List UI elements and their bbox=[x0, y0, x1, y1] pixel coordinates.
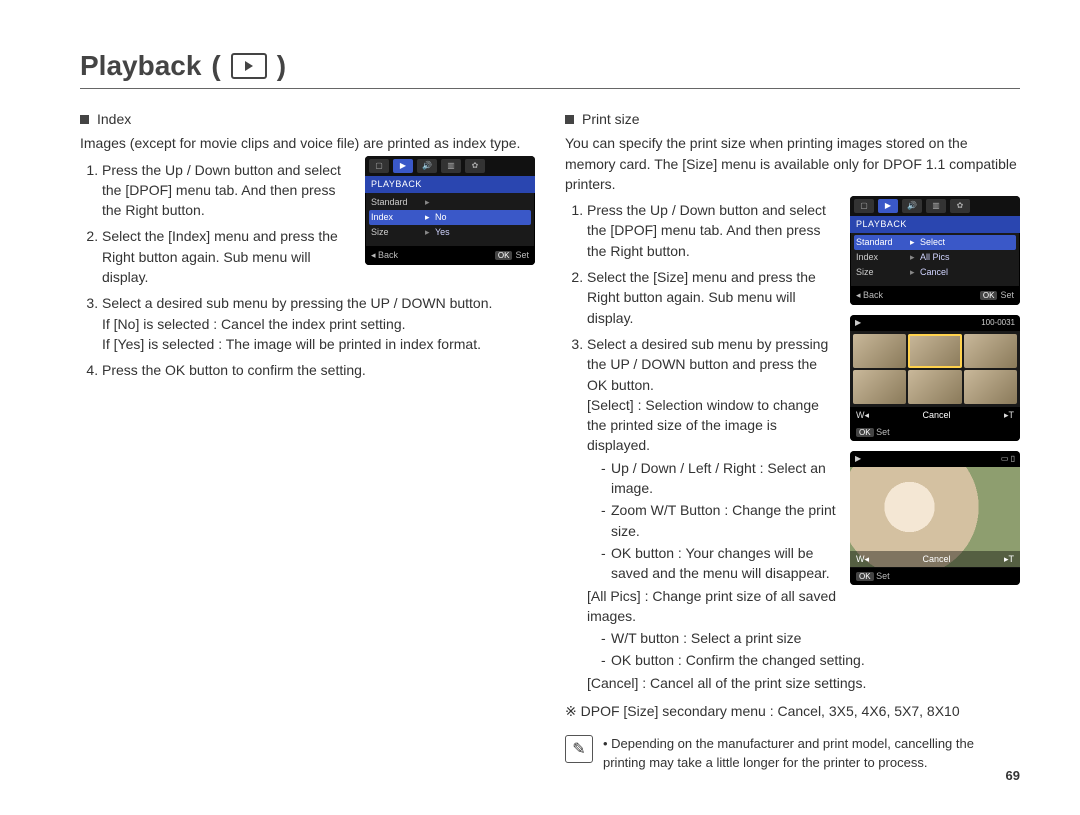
printsize-intro: You can specify the print size when prin… bbox=[565, 133, 1020, 194]
tab-gear-icon: ✿ bbox=[950, 199, 970, 213]
heading-text: Print size bbox=[582, 109, 640, 129]
lcd-row: Standard▸ bbox=[369, 195, 531, 210]
title-paren-open: ( bbox=[211, 50, 220, 82]
lcd-rows: Standard▸ Index▸No Size▸Yes bbox=[365, 193, 535, 246]
lcd-row: Index▸All Pics bbox=[854, 250, 1016, 265]
index-intro: Images (except for movie clips and voice… bbox=[80, 133, 535, 153]
right-column: Print size You can specify the print siz… bbox=[565, 107, 1020, 773]
lcd-footer: ◂ Back OKSet bbox=[850, 286, 1020, 305]
thumb-top: ▶100-0031 bbox=[850, 315, 1020, 331]
thumb-cell bbox=[853, 334, 906, 368]
lcd-set: OKSet bbox=[980, 289, 1014, 302]
thumb-grid bbox=[850, 331, 1020, 407]
opt-allpics: [All Pics] : Change print size of all sa… bbox=[587, 588, 836, 624]
secondary-menu-line: ※ DPOF [Size] secondary menu : Cancel, 3… bbox=[565, 701, 1020, 721]
lcd-screenshot-index: ▢ ▶ 🔊 ▥ ✿ PLAYBACK Standard▸ Index▸No Si… bbox=[365, 156, 535, 265]
step3-yes: If [Yes] is selected : The image will be… bbox=[102, 336, 481, 352]
square-bullet-icon bbox=[565, 115, 574, 124]
lcd-row: Size▸Yes bbox=[369, 225, 531, 240]
note-text: • Depending on the manufacturer and prin… bbox=[603, 735, 1020, 773]
note-box: ✎ • Depending on the manufacturer and pr… bbox=[565, 735, 1020, 773]
lcd-screenshot-thumbnails: ▶100-0031 W◂ Cancel ▸T OK Set bbox=[850, 315, 1020, 441]
left-column: Index Images (except for movie clips and… bbox=[80, 107, 535, 773]
playback-icon bbox=[231, 53, 267, 79]
lcd-rows: Standard▸Select Index▸All Pics Size▸Canc… bbox=[850, 233, 1020, 286]
lcd-header: PLAYBACK bbox=[850, 216, 1020, 233]
title-paren-close: ) bbox=[277, 50, 286, 82]
thumb-cell bbox=[964, 370, 1017, 404]
lcd-footer: ◂ Back OKSet bbox=[365, 246, 535, 265]
thumb-cell-selected bbox=[908, 334, 961, 368]
thumb-bar: W◂ Cancel ▸T bbox=[850, 407, 1020, 424]
step: Press the OK button to confirm the setti… bbox=[102, 360, 535, 380]
tab-display-icon: ▥ bbox=[441, 159, 461, 173]
manual-page: Playback ( ) Index Images (except for mo… bbox=[0, 0, 1080, 803]
tab-sound-icon: 🔊 bbox=[417, 159, 437, 173]
sub-item: OK button : Your changes will be saved a… bbox=[601, 543, 1020, 584]
lcd-row: Index▸No bbox=[369, 210, 531, 225]
all-sublist: W/T button : Select a print size OK butt… bbox=[587, 628, 1020, 671]
section-heading-index: Index bbox=[80, 109, 535, 129]
thumb-cell bbox=[964, 334, 1017, 368]
lcd-back: ◂ Back bbox=[371, 249, 398, 262]
thumb-mid: Cancel bbox=[922, 409, 950, 422]
sub-item: W/T button : Select a print size bbox=[601, 628, 1020, 648]
lcd-header: PLAYBACK bbox=[365, 176, 535, 193]
thumb-setbar: OK Set bbox=[850, 424, 1020, 441]
step3-no: If [No] is selected : Cancel the index p… bbox=[102, 316, 406, 332]
sub-item: Up / Down / Left / Right : Select an ima… bbox=[601, 458, 1020, 499]
thumb-cell bbox=[908, 370, 961, 404]
lcd-row: Standard▸Select bbox=[854, 235, 1016, 250]
page-number: 69 bbox=[1006, 768, 1020, 783]
tab-play-icon: ▶ bbox=[878, 199, 898, 213]
tab-play-icon: ▶ bbox=[393, 159, 413, 173]
tab-icon: ▢ bbox=[369, 159, 389, 173]
select-sublist: Up / Down / Left / Right : Select an ima… bbox=[587, 458, 1020, 584]
zoom-w: W◂ bbox=[856, 409, 869, 422]
square-bullet-icon bbox=[80, 115, 89, 124]
sub-item: Zoom W/T Button : Change the print size. bbox=[601, 500, 1020, 541]
lcd-back: ◂ Back bbox=[856, 289, 883, 302]
reference-mark-icon: ※ bbox=[565, 703, 581, 719]
step: Select a desired sub menu by pressing th… bbox=[102, 293, 535, 354]
lcd-tabs: ▢ ▶ 🔊 ▥ ✿ bbox=[850, 196, 1020, 216]
opt-cancel: [Cancel] : Cancel all of the print size … bbox=[587, 675, 866, 691]
lcd-row: Size▸Cancel bbox=[854, 265, 1016, 280]
tab-sound-icon: 🔊 bbox=[902, 199, 922, 213]
thumb-cell bbox=[853, 370, 906, 404]
heading-text: Index bbox=[97, 109, 131, 129]
lcd-tabs: ▢ ▶ 🔊 ▥ ✿ bbox=[365, 156, 535, 176]
zoom-t: ▸T bbox=[1004, 409, 1014, 422]
opt-select: [Select] : Selection window to change th… bbox=[587, 397, 819, 454]
sub-item: OK button : Confirm the changed setting. bbox=[601, 650, 1020, 670]
lcd-screenshot-size: ▢ ▶ 🔊 ▥ ✿ PLAYBACK Standard▸Select Index… bbox=[850, 196, 1020, 305]
section-heading-printsize: Print size bbox=[565, 109, 1020, 129]
tab-display-icon: ▥ bbox=[926, 199, 946, 213]
page-title: Playback ( ) bbox=[80, 50, 1020, 82]
tab-icon: ▢ bbox=[854, 199, 874, 213]
note-icon: ✎ bbox=[565, 735, 593, 763]
title-bar: Playback ( ) bbox=[80, 50, 1020, 89]
title-text: Playback bbox=[80, 50, 201, 82]
lcd-set: OKSet bbox=[495, 249, 529, 262]
tab-gear-icon: ✿ bbox=[465, 159, 485, 173]
